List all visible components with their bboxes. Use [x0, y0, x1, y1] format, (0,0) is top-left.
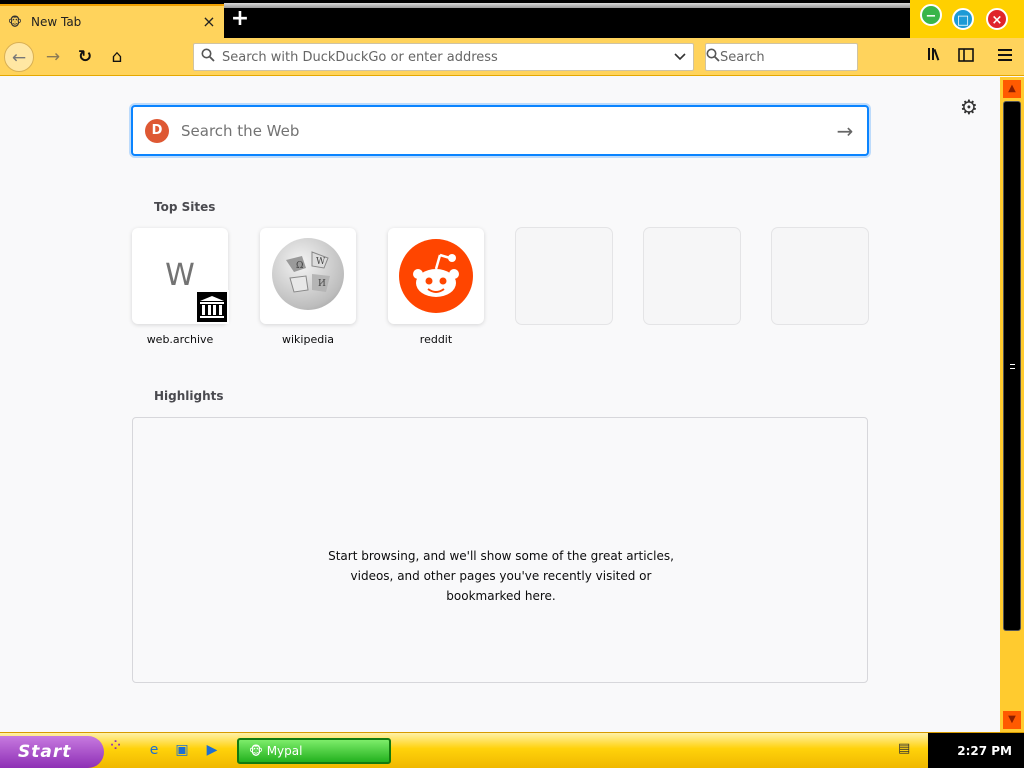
svg-text:W: W [316, 257, 326, 267]
thumb-grip [1010, 364, 1015, 369]
search-input[interactable] [720, 46, 890, 68]
taskbar: Start ⁘ e ▣ ▶ 🐵 Mypal ▤ 2:27 PM [0, 732, 1024, 768]
search-bar[interactable] [705, 43, 890, 71]
library-button[interactable] [920, 42, 950, 72]
top-sites-heading[interactable]: Top Sites [154, 200, 215, 214]
search-icon [706, 48, 720, 66]
title-bar: 🐵 New Tab × + − □ × [0, 0, 1024, 38]
web-search-box[interactable]: D → [131, 105, 869, 156]
tile-letter: W [165, 258, 195, 293]
wikipedia-globe-icon: Ω W И [272, 238, 344, 310]
back-button[interactable]: ← [4, 42, 34, 72]
highlights-heading[interactable]: Highlights [154, 389, 224, 403]
forward-button[interactable]: → [38, 42, 68, 72]
tab-new-tab[interactable]: 🐵 New Tab × [0, 4, 224, 38]
top-site-tile-empty[interactable] [772, 228, 868, 324]
archive-building-icon [195, 290, 229, 324]
titlebar-strip [224, 3, 910, 8]
system-clock[interactable]: 2:27 PM [928, 733, 1024, 768]
media-player-icon[interactable]: ▶ [203, 741, 221, 759]
scroll-down-arrow[interactable]: ▼ [1003, 711, 1021, 729]
taskbar-item-mypal[interactable]: 🐵 Mypal [237, 738, 391, 764]
highlights-empty-text: Start browsing, and we'll show some of t… [328, 549, 674, 603]
highlights-empty-message: Start browsing, and we'll show some of t… [133, 546, 869, 606]
sidebar-button[interactable] [951, 42, 981, 72]
close-window-button[interactable]: × [986, 8, 1008, 30]
hamburger-menu-button[interactable] [990, 42, 1020, 72]
svg-text:Ω: Ω [296, 261, 303, 271]
gear-icon[interactable]: ⚙ [960, 95, 978, 119]
top-site-tile-empty[interactable] [516, 228, 612, 324]
clock-text: 2:27 PM [957, 744, 1012, 758]
internet-explorer-icon[interactable]: e [145, 741, 163, 759]
close-tab-icon[interactable]: × [198, 14, 220, 30]
top-site-tile-reddit[interactable] [388, 228, 484, 324]
maximize-button[interactable]: □ [952, 8, 974, 30]
show-desktop-icon[interactable]: ▣ [173, 741, 191, 759]
top-site-label[interactable]: wikipedia [260, 333, 356, 346]
top-site-tile-web-archive[interactable]: W [132, 228, 229, 324]
navigation-toolbar: ← → ↻ ⌂ [0, 38, 1024, 76]
chevron-down-icon[interactable] [667, 50, 693, 64]
reddit-icon [399, 239, 473, 313]
address-input[interactable] [222, 46, 667, 68]
search-icon [194, 48, 222, 66]
tray-icon[interactable]: ▤ [898, 741, 910, 756]
new-tab-button[interactable]: + [228, 8, 252, 32]
top-site-tile-empty[interactable] [644, 228, 740, 324]
window-controls: − □ × [910, 0, 1024, 38]
new-tab-page: ⚙ D → Top Sites W web.archive Ω W И wikipe… [0, 77, 1000, 732]
home-button[interactable]: ⌂ [102, 42, 132, 72]
taskbar-item-label: Mypal [266, 744, 303, 758]
menu-icon [998, 49, 1012, 61]
reload-button[interactable]: ↻ [70, 42, 100, 72]
mypal-icon: 🐵 [249, 744, 267, 758]
scroll-up-arrow[interactable]: ▲ [1003, 80, 1021, 98]
top-site-label[interactable]: web.archive [132, 333, 228, 346]
duckduckgo-icon: D [145, 118, 169, 143]
scrollbar-thumb[interactable] [1003, 101, 1021, 631]
address-bar[interactable] [193, 43, 694, 71]
minimize-button[interactable]: − [920, 4, 942, 26]
arrow-right-icon[interactable]: → [823, 119, 867, 143]
library-icon [928, 48, 940, 61]
vertical-scrollbar[interactable]: ▲ ▼ [1000, 77, 1024, 732]
svg-text:И: И [318, 279, 326, 289]
top-site-label[interactable]: reddit [388, 333, 484, 346]
mypal-tab-icon: 🐵 [8, 15, 22, 29]
highlights-panel: Start browsing, and we'll show some of t… [132, 417, 868, 683]
web-search-input[interactable] [181, 121, 823, 140]
start-button[interactable]: Start [0, 736, 104, 768]
sidebar-icon [958, 48, 974, 62]
start-decoration-icon: ⁘ [108, 735, 124, 756]
tab-title: New Tab [31, 15, 82, 29]
top-site-tile-wikipedia[interactable]: Ω W И [260, 228, 356, 324]
